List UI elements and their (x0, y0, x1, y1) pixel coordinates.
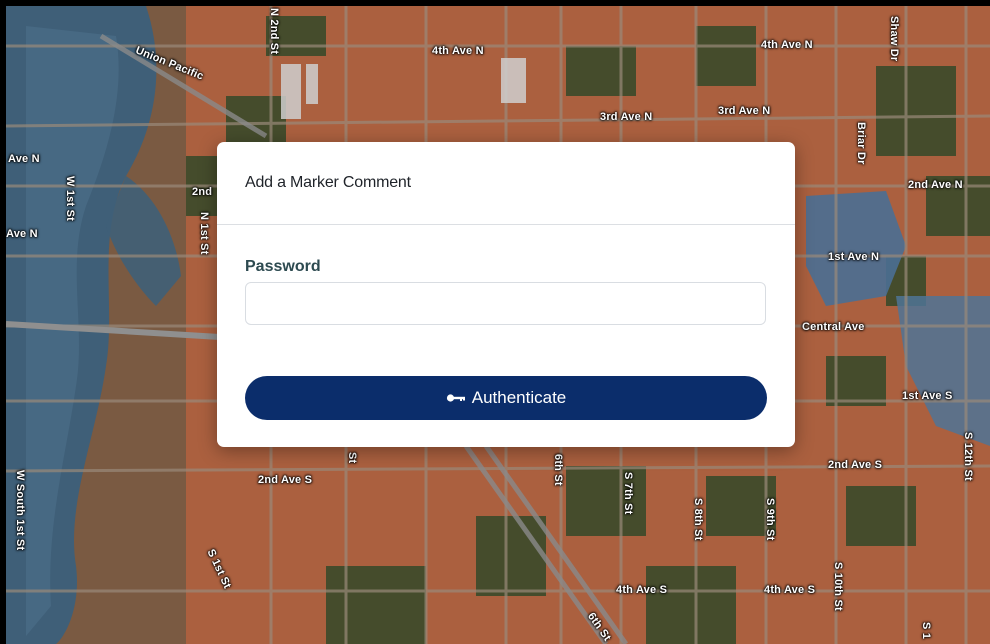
map-label-s-10th-st: S 10th St (832, 562, 844, 611)
password-label: Password (245, 258, 321, 275)
map-label-w-1st-st: W 1st St (64, 176, 76, 221)
map-label-3rd-ave-n-a: 3rd Ave N (600, 111, 653, 123)
map-label-s-12th-st: S 12th St (962, 432, 974, 481)
password-input[interactable] (245, 282, 766, 325)
map-label-s1-bottom: S 1 (920, 622, 932, 640)
map-label-st-mid: St (346, 452, 358, 464)
map-label-4th-ave-n-a: 4th Ave N (432, 45, 484, 57)
map-label-s-8th-st: S 8th St (692, 498, 704, 541)
map-label-s-9th-st: S 9th St (764, 498, 776, 541)
app-frame: Union Pacific N 2nd St 4th Ave N 4th Ave… (0, 0, 990, 644)
map-label-ave-n-top: Ave N (8, 153, 40, 165)
map-label-2nd-left: 2nd (192, 186, 213, 198)
map-label-4th-ave-s-a: 4th Ave S (616, 584, 668, 596)
map-label-1st-ave-s: 1st Ave S (902, 390, 953, 402)
map-label-n1st-st-left: N 1st St (198, 212, 210, 255)
map-label-w-south-1st-st: W South 1st St (14, 470, 26, 551)
map-label-shaw-dr: Shaw Dr (888, 16, 900, 62)
map-label-4th-ave-s-b: 4th Ave S (764, 584, 816, 596)
map-label-ave-n-left: Ave N (6, 228, 38, 240)
authenticate-button[interactable]: Authenticate (245, 376, 767, 420)
map-label-s-7th-st: S 7th St (622, 472, 634, 515)
map-label-4th-ave-n-b: 4th Ave N (761, 39, 813, 51)
map-label-2nd-ave-s-right: 2nd Ave S (828, 459, 883, 471)
map-label-3rd-ave-n-b: 3rd Ave N (718, 105, 771, 117)
authenticate-button-label: Authenticate (471, 388, 567, 407)
map-label-central-ave: Central Ave (802, 321, 865, 333)
map-label-2nd-ave-s-left: 2nd Ave S (258, 474, 313, 486)
marker-comment-dialog: Add a Marker Comment Password Authentica… (217, 142, 795, 447)
map-label-1st-ave-n: 1st Ave N (828, 251, 880, 263)
map-label-6th-st: 6th St (552, 454, 564, 486)
map-label-n2nd-st: N 2nd St (268, 8, 280, 55)
dialog-header: Add a Marker Comment (217, 142, 795, 225)
map-label-2nd-ave-n: 2nd Ave N (908, 179, 963, 191)
dialog-title: Add a Marker Comment (245, 174, 411, 191)
map-label-briar-dr: Briar Dr (855, 122, 867, 165)
key-icon (446, 393, 466, 403)
